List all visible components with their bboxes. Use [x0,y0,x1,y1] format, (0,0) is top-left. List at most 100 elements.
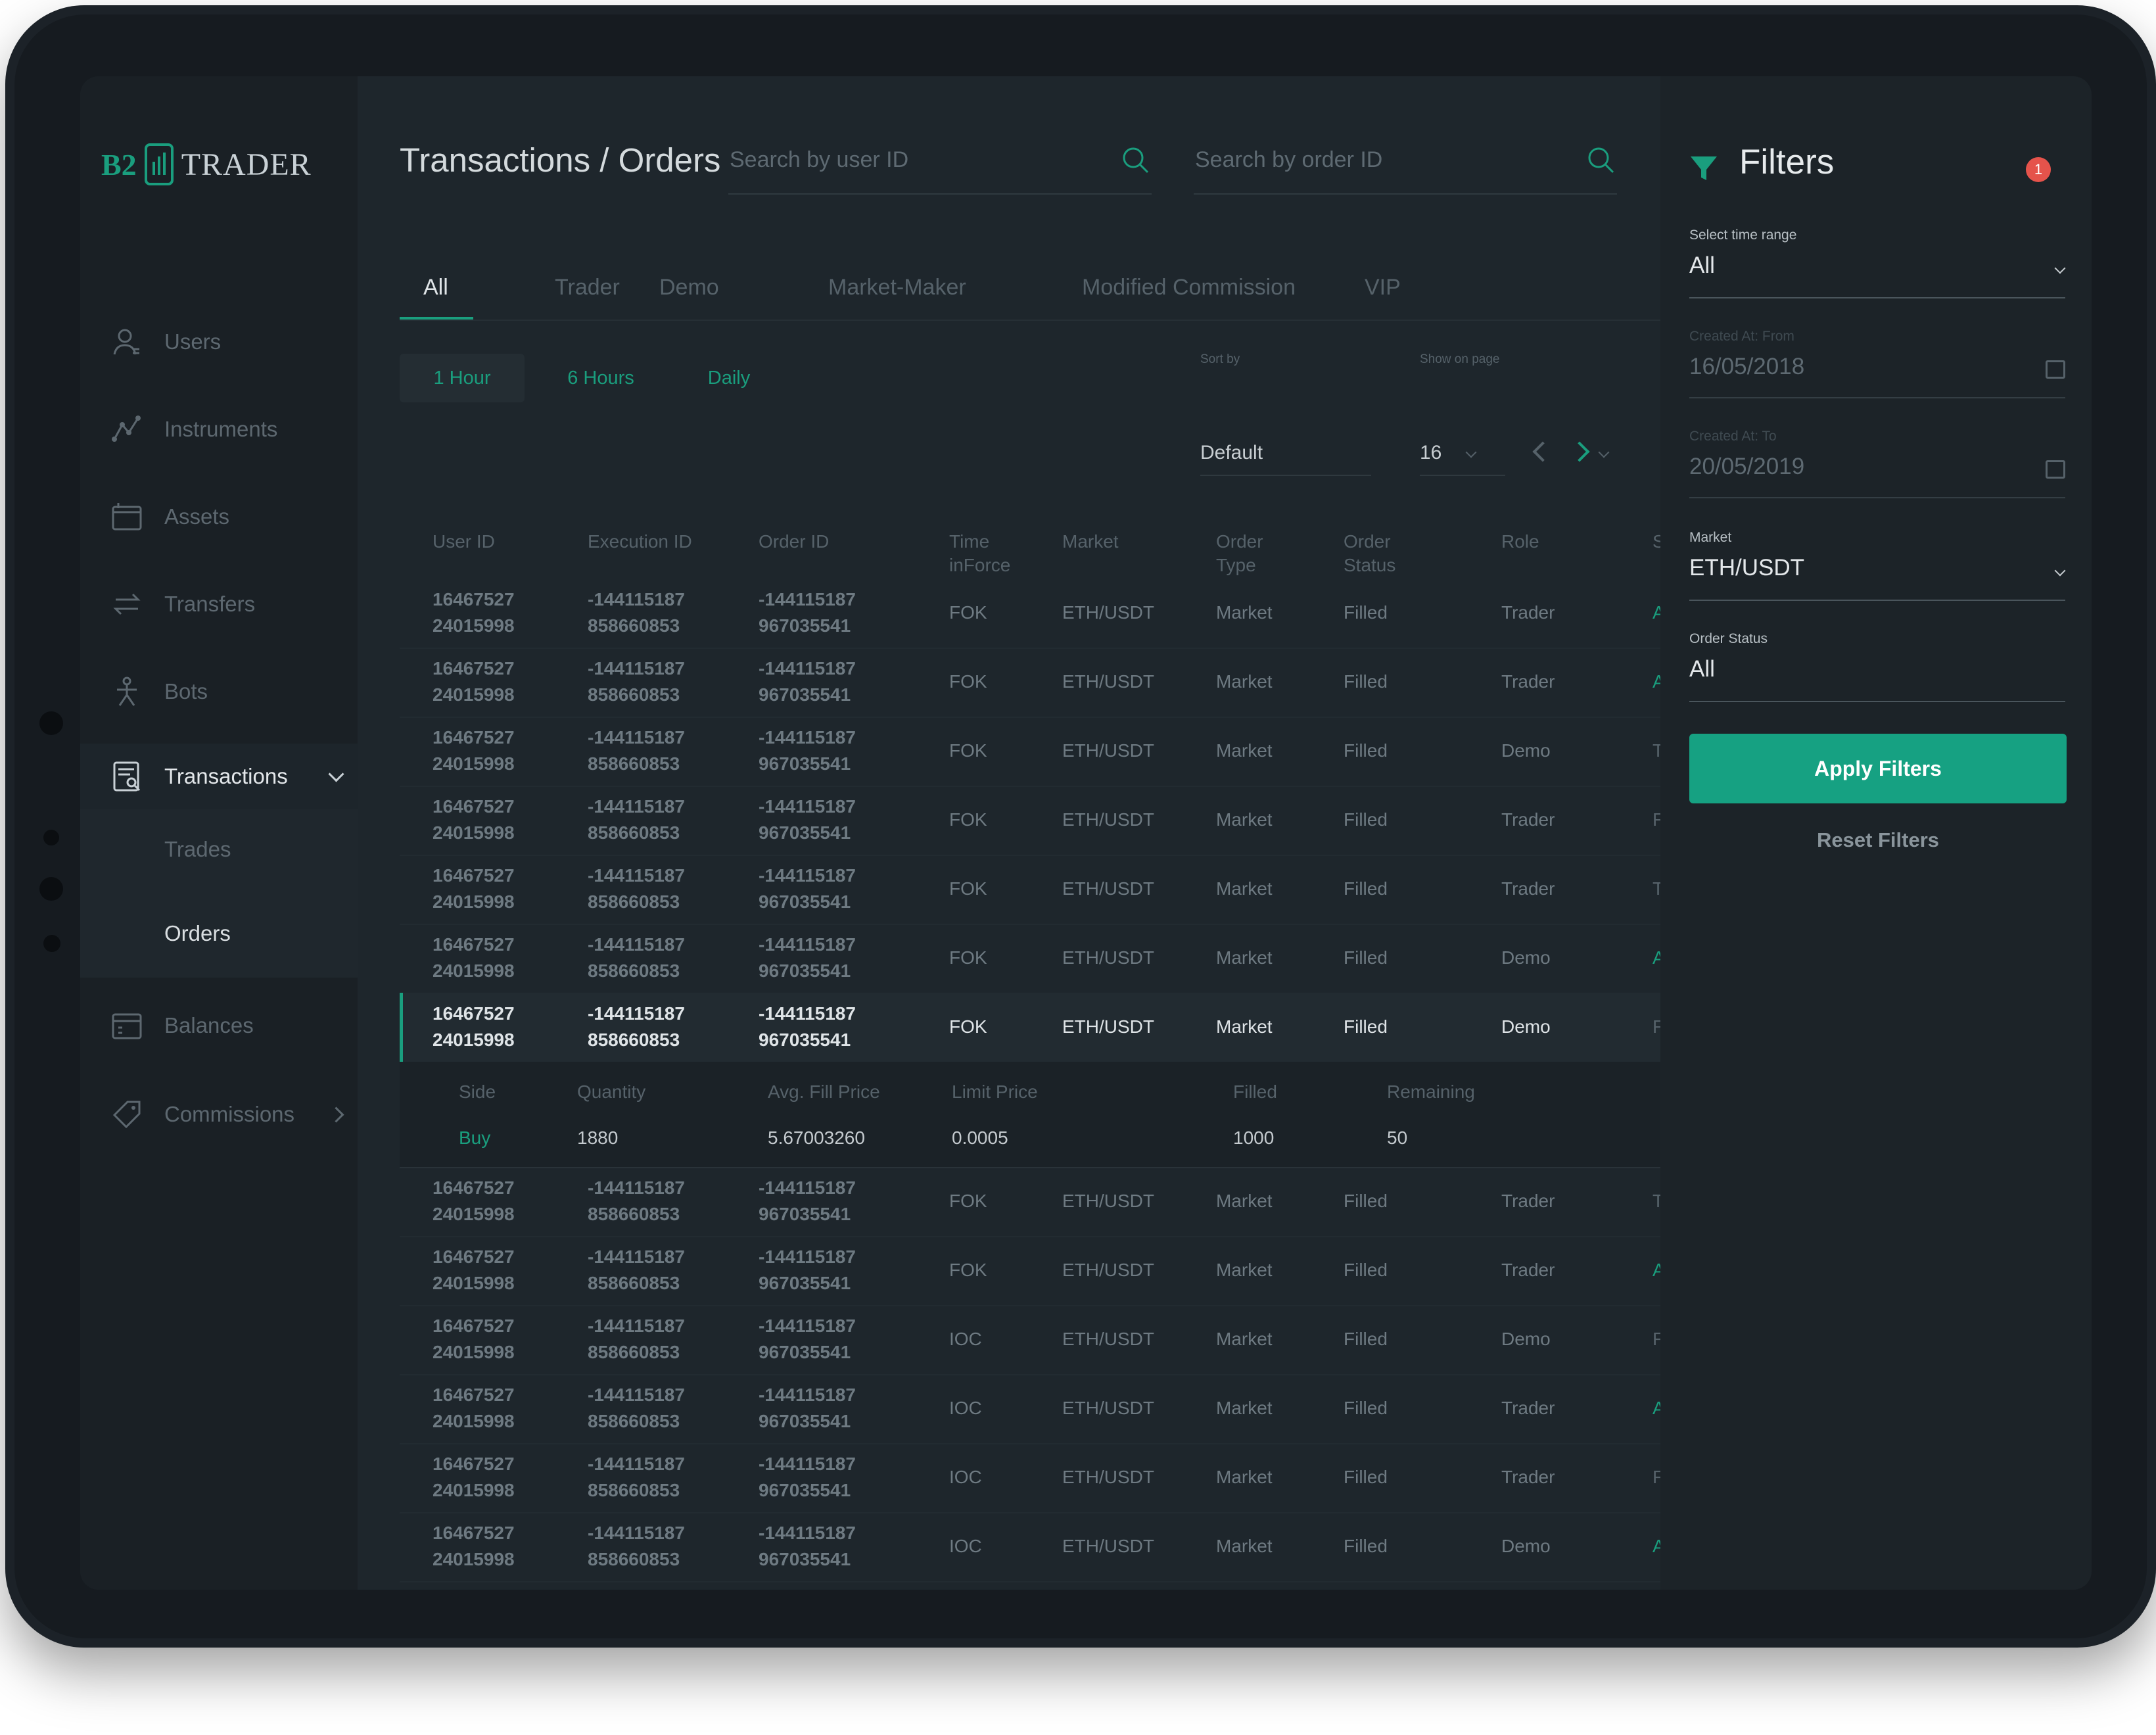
range-1-hour[interactable]: 1 Hour [400,354,525,402]
col-market[interactable]: Market [1062,530,1119,554]
col-order-id[interactable]: Order ID [759,530,829,554]
cell-status: Filled [1344,1016,1388,1037]
table-row[interactable]: 1646752724015998-144115187858660853-1441… [400,1512,1660,1582]
search-user-field[interactable] [728,139,1152,195]
tab-modified-commission[interactable]: Modified Commission [1082,275,1296,300]
sidebar-subitem-trades[interactable]: Trades [80,809,358,893]
cell-exec: -144115187 858660853 [588,1313,685,1366]
cell-line: 16467527 [433,1454,515,1474]
cell-type: Market [1216,1260,1273,1280]
table-row[interactable]: 1646752724015998-144115187858660853-1441… [400,1443,1660,1513]
table-row[interactable]: 1646752724015998-144115187858660853-1441… [400,786,1660,856]
range-6-hours[interactable]: 6 Hours [548,354,653,402]
sidebar-item-balances[interactable]: Balances [80,993,358,1058]
calendar-icon[interactable] [2046,360,2065,379]
tab-all[interactable]: All [423,275,448,300]
cell-role: Trader [1501,1467,1555,1487]
cell-type: Market [1216,1467,1273,1487]
time-range-select[interactable]: All [1689,252,1715,279]
tag-icon [112,1101,141,1129]
created-from-field[interactable]: 16/05/2018 [1689,354,1804,380]
cell-line: -144115187 [588,1177,685,1198]
col-time-in-force[interactable]: Time inForce [949,530,1021,577]
detail-header: Remaining [1387,1081,1475,1102]
cell-line: 16467527 [433,1523,515,1543]
cell-s: T [1652,878,1660,899]
search-icon[interactable] [1585,145,1617,176]
range-daily[interactable]: Daily [686,354,772,402]
table-row[interactable]: 1646752724015998-144115187858660853-1441… [400,1305,1660,1375]
table-row[interactable]: 1646752724015998-144115187858660853-1441… [400,924,1660,994]
search-order-field[interactable] [1194,139,1617,195]
calendar-icon[interactable] [2046,460,2065,479]
table-row[interactable]: 1646752724015998-144115187858660853-1441… [400,1581,1660,1590]
search-order-input[interactable] [1194,139,1538,180]
table-row[interactable]: 1646752724015998-144115187858660853-1441… [400,648,1660,718]
cell-user: 16467527 24015998 [433,586,515,639]
sidebar-item-label: Bots [164,679,208,703]
transactions-icon [113,761,141,792]
cell-exec: -144115187 858660853 [588,794,685,846]
sidebar-item-label: Commissions [164,1102,295,1126]
cell-tif: FOK [949,947,987,968]
sidebar-item-transfers[interactable]: Transfers [80,571,358,637]
detail-header: Side [459,1081,496,1102]
col-role[interactable]: Role [1501,530,1539,554]
table-row[interactable]: 1646752724015998-144115187858660853-1441… [400,993,1660,1063]
cell-line: 24015998 [433,1204,515,1224]
col-order-status[interactable]: Order Status [1344,530,1403,577]
next-page-icon[interactable] [1569,441,1590,462]
table-row[interactable]: 1646752724015998-144115187858660853-1441… [400,1167,1660,1237]
table-row[interactable]: 1646752724015998-144115187858660853-1441… [400,717,1660,787]
col-execution-id[interactable]: Execution ID [588,530,692,554]
sidebar-item-transactions[interactable]: Transactions [80,744,358,809]
filters-title: Filters [1739,143,1835,181]
sidebar-item-users[interactable]: Users [80,309,358,375]
sort-select[interactable]: Default [1200,442,1263,464]
prev-page-icon[interactable] [1532,441,1553,462]
table-row[interactable]: 1646752724015998-144115187858660853-1441… [400,1374,1660,1444]
page-size-select[interactable]: 16 [1420,442,1441,464]
cell-line: 16467527 [433,727,515,748]
cell-line: 858660853 [588,1411,680,1431]
detail-header: Filled [1233,1081,1277,1102]
sidebar: B2 TRADER Users Instruments Assets Trans… [80,76,358,1590]
filter-icon [1691,156,1717,180]
sidebar-item-assets[interactable]: Assets [80,484,358,550]
reset-filters-button[interactable]: Reset Filters [1689,828,2067,852]
table-row[interactable]: 1646752724015998-144115187858660853-1441… [400,579,1660,649]
cell-tif: IOC [949,1398,982,1418]
cell-status: Filled [1344,602,1388,623]
cell-line: -144115187 [588,1247,685,1267]
table-row[interactable]: 1646752724015998-144115187858660853-1441… [400,855,1660,925]
order-status-field[interactable]: All [1689,656,1715,682]
table-row[interactable]: 1646752724015998-144115187858660853-1441… [400,1236,1660,1306]
cell-line: -144115187 [588,1003,685,1024]
cell-line: 858660853 [588,1273,680,1293]
search-user-input[interactable] [728,139,1073,180]
col-user-id[interactable]: User ID [433,530,495,554]
sidebar-item-bots[interactable]: Bots [80,659,358,725]
tab-vip[interactable]: VIP [1365,275,1401,300]
tab-trader[interactable]: Trader [555,275,620,300]
tab-demo[interactable]: Demo [659,275,719,300]
created-from-label: Created At: From [1689,329,1794,344]
created-to-field[interactable]: 20/05/2019 [1689,454,1804,480]
col-order-type[interactable]: Order Type [1216,530,1275,577]
cell-line: 16467527 [433,865,515,886]
cell-line: 24015998 [433,1030,515,1050]
search-icon[interactable] [1120,145,1152,176]
sidebar-item-commissions[interactable]: Commissions [80,1081,358,1147]
app-logo[interactable]: B2 TRADER [101,139,312,189]
market-select[interactable]: ETH/USDT [1689,555,1804,581]
cell-line: -144115187 [588,796,685,817]
detail-value: 5.67003260 [768,1128,865,1148]
sidebar-subitem-orders[interactable]: Orders [80,893,358,978]
role-tabs: All Trader Demo Market-Maker Modified Co… [400,249,1660,321]
sidebar-item-instruments[interactable]: Instruments [80,396,358,462]
tab-market-maker[interactable]: Market-Maker [828,275,966,300]
cell-line: 858660853 [588,615,680,636]
apply-filters-button[interactable]: Apply Filters [1689,734,2067,803]
cell-line: 967035541 [759,1480,851,1500]
cell-line: 858660853 [588,1030,680,1050]
